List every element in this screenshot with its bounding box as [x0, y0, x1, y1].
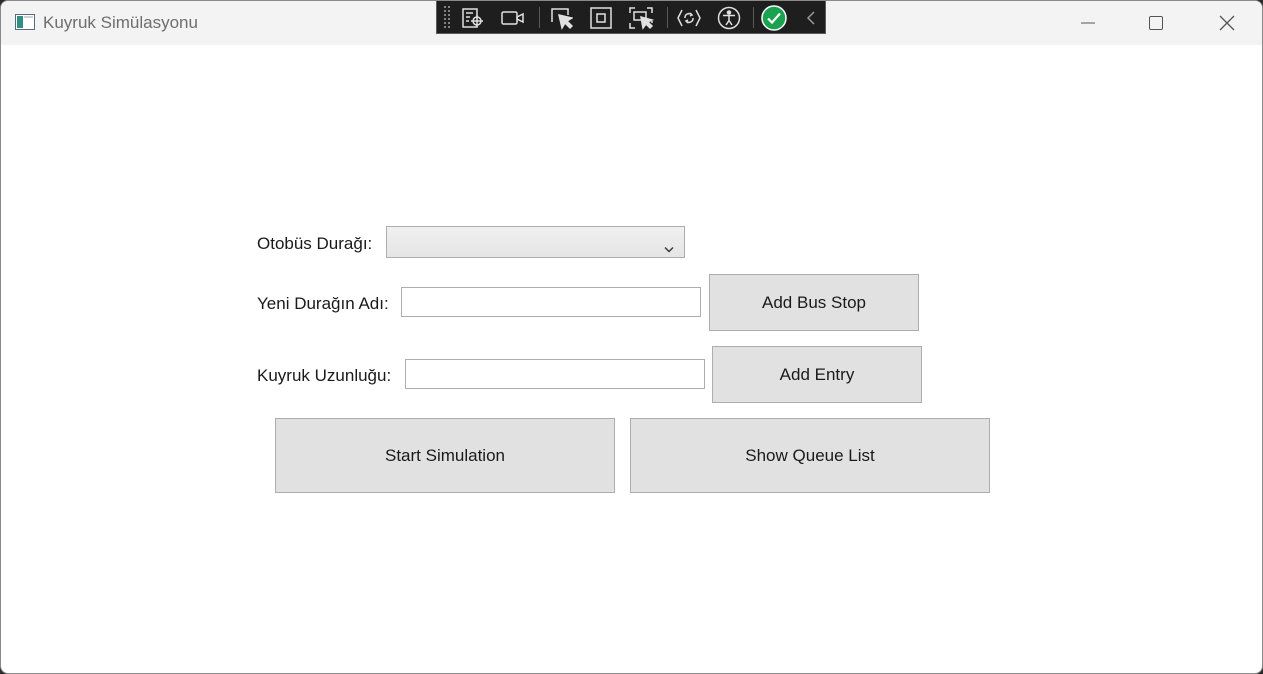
- toolbar-separator: [753, 7, 754, 28]
- bus-stop-combobox[interactable]: [386, 226, 685, 258]
- queue-length-label: Kuyruk Uzunluğu:: [257, 366, 392, 385]
- minimize-icon: [1081, 22, 1095, 24]
- xaml-debug-toolbar: [436, 1, 826, 34]
- chevron-down-icon: [664, 238, 674, 257]
- display-layout-adorners-icon[interactable]: [587, 4, 615, 32]
- app-window-icon: [15, 14, 35, 30]
- toolbar-separator: [539, 7, 540, 28]
- video-camera-icon[interactable]: [499, 4, 527, 32]
- window-title: Kuyruk Simülasyonu: [43, 13, 198, 32]
- app-window: Kuyruk Simülasyonu Otobüs Durağı: Yeni D…: [0, 0, 1263, 674]
- queue-length-input[interactable]: [405, 359, 705, 389]
- toolbar-grip-handle[interactable]: [443, 5, 451, 29]
- maximize-button[interactable]: [1121, 1, 1191, 45]
- binding-failures-ok-icon[interactable]: [760, 4, 788, 32]
- close-button[interactable]: [1192, 1, 1262, 45]
- toolbar-separator: [667, 7, 668, 28]
- bus-stop-label: Otobüs Durağı:: [257, 234, 373, 253]
- new-stop-name-label: Yeni Durağın Adı:: [257, 294, 389, 313]
- start-simulation-button[interactable]: Start Simulation: [275, 418, 615, 493]
- close-icon: [1219, 15, 1235, 31]
- maximize-icon: [1149, 16, 1163, 30]
- minimize-button[interactable]: [1053, 1, 1123, 45]
- add-bus-stop-button[interactable]: Add Bus Stop: [709, 274, 919, 331]
- select-element-icon[interactable]: [547, 4, 575, 32]
- collapse-toolbar-icon[interactable]: [797, 4, 825, 32]
- new-stop-name-input[interactable]: [401, 287, 701, 317]
- live-visual-tree-icon[interactable]: [459, 4, 487, 32]
- track-focus-icon[interactable]: [627, 4, 655, 32]
- accessibility-icon[interactable]: [715, 4, 743, 32]
- add-entry-button[interactable]: Add Entry: [712, 346, 922, 403]
- hot-reload-icon[interactable]: [675, 4, 703, 32]
- show-queue-list-button[interactable]: Show Queue List: [630, 418, 990, 493]
